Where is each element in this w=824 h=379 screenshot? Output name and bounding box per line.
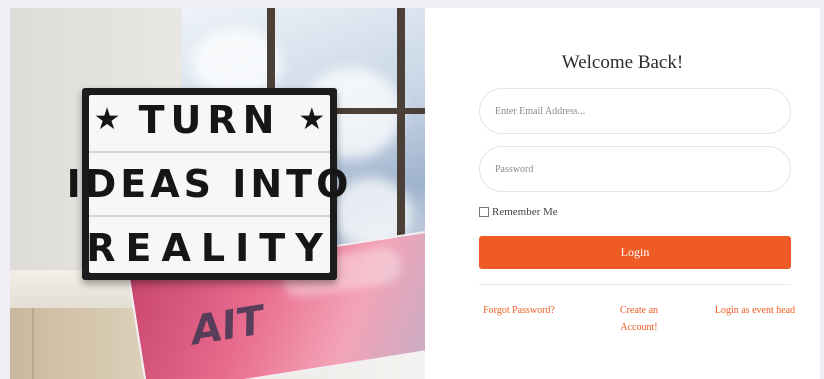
auth-links: Forgot Password? Create an Account! Logi… <box>469 302 801 336</box>
star-icon: ★ <box>298 102 326 137</box>
page-title: Welcome Back! <box>561 52 684 73</box>
login-form: Welcome Back! Remember Me Login Forgot P… <box>425 8 820 379</box>
lightbox-sign: ★ TURN ★ IDEAS INTO REALITY <box>67 88 348 280</box>
sign-line-1: ★ TURN ★ <box>94 101 326 139</box>
sign-divider <box>89 215 330 217</box>
hero-image: AIT ★ TURN ★ IDEAS INTO REALITY <box>10 8 425 379</box>
sign-text-turn: TURN <box>138 98 281 142</box>
remember-me-label: Remember Me <box>492 206 558 218</box>
remember-me[interactable]: Remember Me <box>479 206 558 218</box>
password-field[interactable] <box>479 146 791 192</box>
email-field[interactable] <box>479 88 791 134</box>
magazine-title: AIT <box>190 296 264 356</box>
divider <box>479 284 791 285</box>
login-button[interactable]: Login <box>479 236 791 269</box>
forgot-password-link[interactable]: Forgot Password? <box>469 302 569 336</box>
event-head-login-link[interactable]: Login as event head <box>709 302 801 336</box>
star-icon: ★ <box>93 102 121 137</box>
create-account-link[interactable]: Create an Account! <box>604 302 674 336</box>
remember-me-checkbox[interactable] <box>479 207 489 217</box>
sign-divider <box>89 151 330 153</box>
login-card: AIT ★ TURN ★ IDEAS INTO REALITY Welcome … <box>10 8 820 379</box>
sign-line-3: REALITY <box>86 226 333 270</box>
sign-line-2: IDEAS INTO <box>66 162 353 206</box>
